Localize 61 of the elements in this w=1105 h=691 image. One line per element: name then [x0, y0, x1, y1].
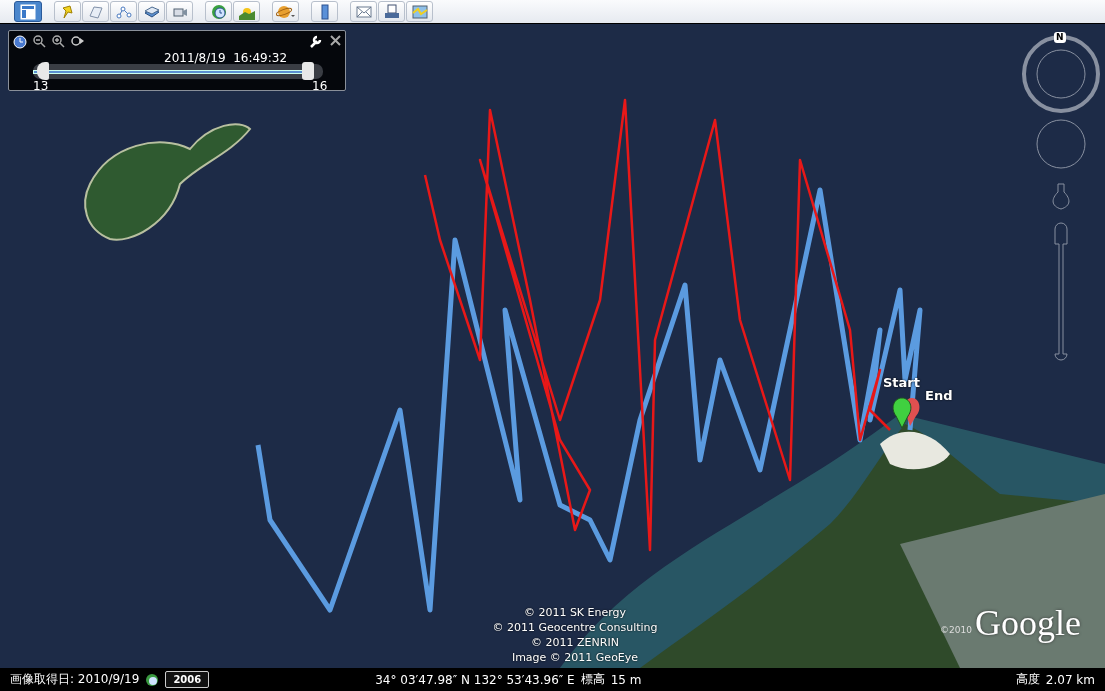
add-overlay-button[interactable]: [138, 1, 165, 22]
range-start-label: 13: [33, 79, 49, 93]
add-path-button[interactable]: [110, 1, 137, 22]
time-slider-track[interactable]: [33, 64, 323, 79]
settings-button[interactable]: [309, 35, 322, 48]
printer-icon: [383, 3, 400, 20]
zoom-out-icon: [33, 35, 46, 48]
zoom-out-button[interactable]: [33, 35, 46, 49]
ruler-button[interactable]: [311, 1, 338, 22]
street-view-figure-icon[interactable]: [1052, 183, 1070, 210]
print-button[interactable]: [378, 1, 405, 22]
zoom-in-button[interactable]: [52, 35, 65, 49]
email-button[interactable]: [350, 1, 377, 22]
historical-year-button[interactable]: 2006: [165, 671, 210, 688]
elevation-value: 15 m: [610, 672, 642, 687]
end-label: End: [925, 388, 953, 403]
start-pin-icon: [892, 397, 912, 429]
clock-icon: [210, 3, 227, 20]
imagery-date: 画像取得日: 2010/9/19: [10, 671, 140, 688]
north-indicator: N: [1054, 32, 1066, 43]
range-end-handle[interactable]: [302, 62, 315, 80]
clock-icon: [13, 35, 27, 49]
play-clock-icon: [71, 35, 84, 48]
sidebar-toggle-button[interactable]: [14, 1, 42, 22]
clock-button[interactable]: [13, 35, 27, 49]
close-button[interactable]: [330, 35, 341, 48]
image-overlay-icon: [143, 3, 160, 20]
current-datetime: 2011/8/19 16:49:32: [164, 51, 288, 65]
add-polygon-button[interactable]: [82, 1, 109, 22]
close-icon: [330, 35, 341, 46]
elevation-label: 標高: [580, 671, 605, 688]
record-tour-button[interactable]: [166, 1, 193, 22]
planet-icon: [275, 3, 296, 20]
layout-icon: [20, 3, 36, 20]
zoom-slider-control[interactable]: [1054, 222, 1068, 361]
altitude-value: 2.07 km: [1045, 672, 1095, 687]
wrench-icon: [309, 35, 322, 48]
copyright-year: ©2010: [940, 625, 972, 635]
clock-icon[interactable]: [145, 672, 160, 687]
envelope-icon: [355, 3, 372, 20]
compass-ring-control[interactable]: [1022, 35, 1100, 113]
play-button[interactable]: [71, 35, 84, 49]
attribution-text: © 2011 SK Energy: [523, 605, 627, 620]
sunlight-button[interactable]: [233, 1, 260, 22]
view-in-maps-button[interactable]: [406, 1, 433, 22]
altitude-label: 高度: [1015, 671, 1040, 688]
range-end-label: 16: [312, 79, 328, 93]
map-icon: [411, 3, 428, 20]
look-joystick-control[interactable]: [1036, 119, 1086, 169]
add-placemark-button[interactable]: [54, 1, 81, 22]
planet-switch-button[interactable]: [272, 1, 299, 22]
attribution-text: Image © 2011 GeoEye: [511, 650, 639, 665]
attribution-text: © 2011 Geocentre Consulting: [492, 620, 658, 635]
range-start-handle[interactable]: [37, 62, 49, 80]
historical-imagery-button[interactable]: [205, 1, 232, 22]
zoom-in-icon: [52, 35, 65, 48]
polygon-icon: [87, 3, 104, 20]
coordinates-text: 34° 03′47.98″ N 132° 53′43.96″ E: [375, 672, 575, 687]
attribution-text: © 2011 ZENRIN: [531, 635, 619, 650]
path-icon: [115, 3, 132, 20]
google-logo: Google: [975, 602, 1081, 644]
